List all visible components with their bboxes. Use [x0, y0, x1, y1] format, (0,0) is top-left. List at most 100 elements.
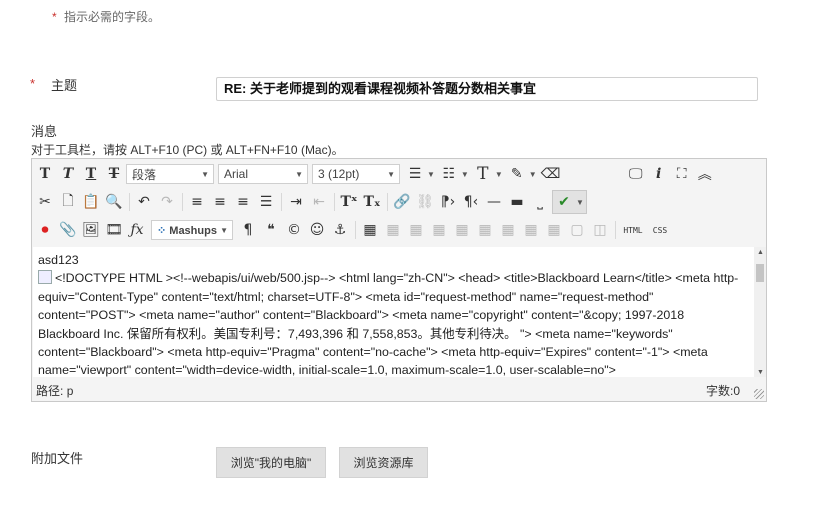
- broken-image-icon: [38, 270, 52, 285]
- attach-files-label: 附加文件: [31, 451, 84, 466]
- col-before-button[interactable]: ▦: [497, 219, 519, 241]
- underline-button[interactable]: T: [80, 163, 102, 185]
- resize-handle-icon[interactable]: [754, 389, 764, 399]
- bullet-list-button[interactable]: ☰ ▼: [404, 163, 435, 185]
- eraser-button[interactable]: ⌫: [540, 163, 562, 185]
- font-family-value: Arial: [224, 167, 249, 181]
- split-cells-button[interactable]: ▢: [566, 219, 588, 241]
- row-before-button[interactable]: ▦: [428, 219, 450, 241]
- highlighter-icon: ✎: [510, 166, 523, 182]
- chevron-down-icon: ▼: [295, 169, 303, 179]
- cut-button[interactable]: ✂: [34, 191, 56, 213]
- outdent-button[interactable]: ⇤: [308, 191, 330, 213]
- fullscreen-button[interactable]: ⛶: [671, 163, 693, 185]
- blockquote-button[interactable]: ❝: [260, 219, 282, 241]
- mashups-label: Mashups: [169, 224, 217, 237]
- font-family-select[interactable]: Arial ▼: [218, 164, 308, 184]
- path-value[interactable]: p: [67, 384, 74, 398]
- table-icon: ▦: [363, 222, 377, 238]
- editor-content-area[interactable]: asd123 <!DOCTYPE HTML ><!--webapis/ui/we…: [33, 247, 754, 377]
- info-button[interactable]: i: [648, 163, 670, 185]
- delete-row-icon: ▦: [478, 222, 492, 238]
- spellcheck-button[interactable]: ✔ ▼: [552, 190, 587, 214]
- nonbreaking-space-button[interactable]: ⎵: [529, 191, 551, 213]
- emoticon-button[interactable]: ☺: [306, 219, 328, 241]
- horizontal-line-icon: —: [487, 194, 501, 210]
- table-props-icon: ▦: [386, 222, 400, 238]
- word-count-value: 0: [733, 383, 740, 398]
- justify-icon: ☰: [259, 194, 273, 210]
- browse-content-collection-button[interactable]: 浏览资源库: [339, 447, 428, 478]
- split-cells-icon: ▢: [570, 222, 584, 238]
- word-count: 字数:0: [706, 382, 740, 399]
- special-character-button[interactable]: ©: [283, 219, 305, 241]
- outdent-icon: ⇤: [313, 194, 325, 210]
- toolbar-divider: [281, 193, 282, 211]
- subscript-button[interactable]: Tₓ: [361, 191, 383, 213]
- align-center-button[interactable]: ≡: [209, 191, 231, 213]
- insert-media-button[interactable]: 🎞: [103, 219, 125, 241]
- remove-link-button[interactable]: ⛓: [414, 191, 436, 213]
- attach-file-button[interactable]: 📎: [57, 219, 79, 241]
- preview-button[interactable]: 🖵: [625, 163, 647, 185]
- undo-button[interactable]: ↶: [133, 191, 155, 213]
- cell-props-button[interactable]: ▦: [405, 219, 427, 241]
- format-select[interactable]: 段落 ▼: [126, 164, 214, 184]
- horizontal-rule-button[interactable]: —: [483, 191, 505, 213]
- path-label: 路径:: [36, 383, 64, 398]
- rtl-button[interactable]: ¶‹: [460, 191, 482, 213]
- redo-icon: ↷: [161, 194, 173, 210]
- row-after-button[interactable]: ▦: [451, 219, 473, 241]
- bold-button[interactable]: T: [34, 163, 56, 185]
- italic-button[interactable]: T: [57, 163, 79, 185]
- editor-scrollbar[interactable]: ▲ ▼: [754, 247, 766, 377]
- scroll-up-icon[interactable]: ▲: [757, 249, 764, 256]
- image-icon: 🖼: [82, 222, 100, 238]
- copy-button[interactable]: 🗋: [57, 191, 79, 213]
- subject-input[interactable]: [216, 77, 758, 101]
- text-style-button[interactable]: T ▼: [472, 163, 503, 185]
- chevron-up-icon: ︽: [697, 167, 712, 183]
- required-star-icon: *: [52, 10, 57, 24]
- browse-my-computer-button[interactable]: 浏览"我的电脑": [216, 447, 326, 478]
- scrollbar-thumb[interactable]: [756, 264, 764, 282]
- insert-link-button[interactable]: 🔗: [391, 191, 413, 213]
- superscript-button[interactable]: Tˣ: [338, 191, 360, 213]
- numbered-list-button[interactable]: ☷ ▼: [438, 163, 469, 185]
- insert-image-button[interactable]: 🖼: [80, 219, 102, 241]
- strikethrough-button[interactable]: T: [103, 163, 125, 185]
- scroll-down-icon[interactable]: ▼: [757, 369, 764, 376]
- element-path: 路径: p: [36, 382, 73, 399]
- indent-icon: ⇥: [290, 194, 302, 210]
- merge-cells-button[interactable]: ◫: [589, 219, 611, 241]
- delete-row-button[interactable]: ▦: [474, 219, 496, 241]
- table-props-button[interactable]: ▦: [382, 219, 404, 241]
- required-note-text: 指示必需的字段。: [64, 10, 161, 24]
- align-left-button[interactable]: ≡: [186, 191, 208, 213]
- indent-button[interactable]: ⇥: [285, 191, 307, 213]
- highlight-color-button[interactable]: ✎ ▼: [506, 163, 537, 185]
- collapse-toolbar-button[interactable]: ︽: [694, 163, 716, 185]
- align-right-button[interactable]: ≡: [232, 191, 254, 213]
- row-before-icon: ▦: [432, 222, 446, 238]
- delete-col-button[interactable]: ▦: [543, 219, 565, 241]
- math-formula-button[interactable]: ƒx: [126, 219, 148, 241]
- html-source-button[interactable]: HTML: [619, 219, 647, 241]
- paragraph-mark-button[interactable]: ¶: [237, 219, 259, 241]
- chevron-down-icon: ▼: [220, 225, 228, 235]
- anchor-button[interactable]: ⚓: [329, 219, 351, 241]
- css-button[interactable]: CSS: [648, 219, 672, 241]
- insert-table-button[interactable]: ▦: [359, 219, 381, 241]
- redo-button[interactable]: ↷: [156, 191, 178, 213]
- ltr-button[interactable]: ⁋›: [437, 191, 459, 213]
- font-size-select[interactable]: 3 (12pt) ▼: [312, 164, 400, 184]
- mashups-select[interactable]: ⁘ Mashups ▼: [151, 220, 233, 240]
- toolbar-hint: 对于工具栏，请按 ALT+F10 (PC) 或 ALT+FN+F10 (Mac)…: [31, 143, 344, 157]
- col-after-button[interactable]: ▦: [520, 219, 542, 241]
- justify-button[interactable]: ☰: [255, 191, 277, 213]
- thick-rule-button[interactable]: ▬: [506, 191, 528, 213]
- paste-button[interactable]: 📋: [80, 191, 102, 213]
- html-label: HTML: [623, 225, 643, 235]
- find-button[interactable]: 🔍: [103, 191, 125, 213]
- youtube-button[interactable]: ⏺: [34, 219, 56, 241]
